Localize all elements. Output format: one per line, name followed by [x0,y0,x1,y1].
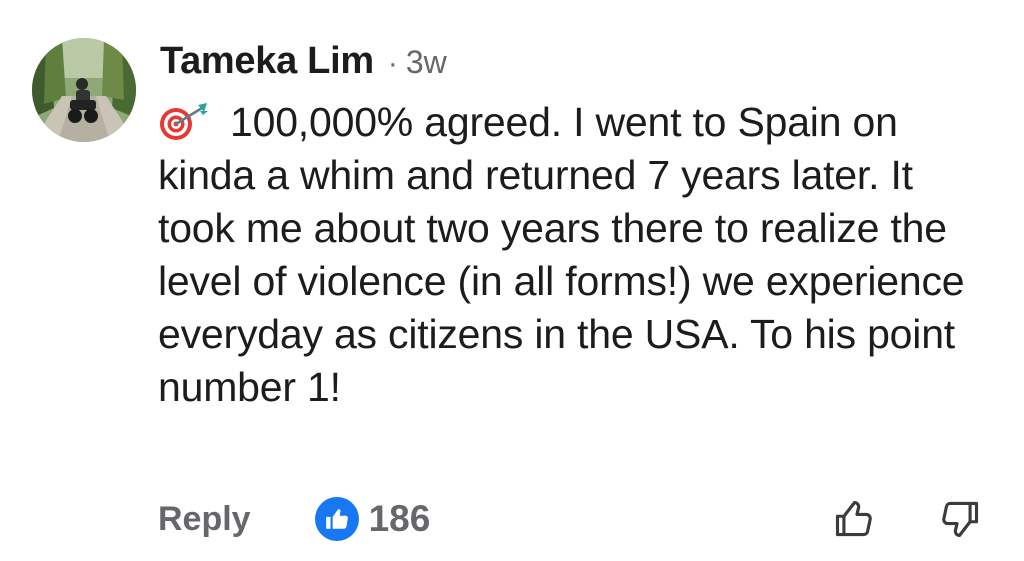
comment-text: 100,000% agreed. I went to Spain on kind… [158,99,965,410]
timestamp[interactable]: 3w [406,44,447,81]
author-name[interactable]: Tameka Lim [160,40,374,83]
upvote-button[interactable] [828,494,880,544]
direct-hit-target-icon [158,102,216,142]
comment-body: 100,000% agreed. I went to Spain on kind… [158,96,978,414]
thumbs-up-outline-icon [835,500,872,537]
downvote-button[interactable] [934,494,986,544]
like-count: 186 [368,498,431,539]
reply-button[interactable]: Reply [158,500,251,539]
like-summary[interactable]: 186 [314,497,431,541]
comment-header: Tameka Lim · 3w [160,40,447,86]
comment-actions: Reply 186 [158,494,430,544]
thumbs-down-outline-icon [942,501,979,538]
motorcycle-rider-avatar-icon [32,38,136,142]
comment: Tameka Lim · 3w 100,000% agreed. I went … [0,0,1024,561]
separator-dot: · [387,47,398,80]
thumbs-up-icon [314,497,359,541]
avatar[interactable] [32,38,136,142]
